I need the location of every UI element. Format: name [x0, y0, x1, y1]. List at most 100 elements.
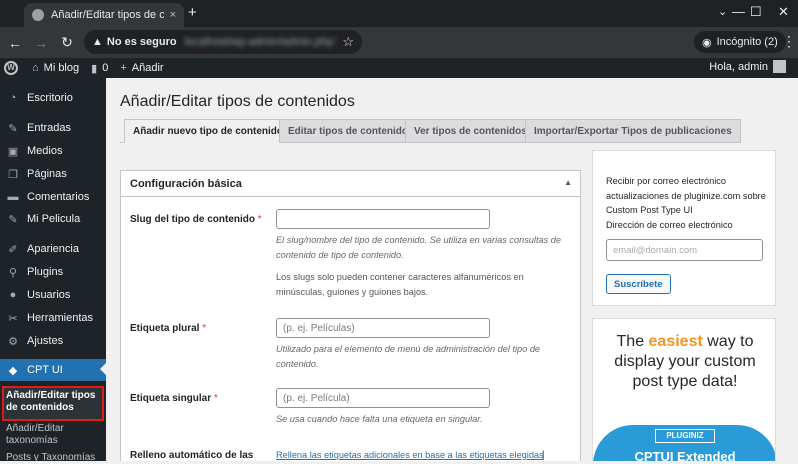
subscribe-box: Recibir por correo electrónico actualiza…	[592, 150, 776, 306]
incognito-icon: ◉	[702, 36, 712, 49]
home-icon: ⌂	[32, 62, 39, 74]
sidebar-item-entradas[interactable]: ✎ Entradas	[0, 118, 106, 138]
pages-icon: ❐	[8, 168, 18, 181]
close-tab-icon[interactable]: ×	[170, 9, 176, 21]
sidebar-item-label: Herramientas	[27, 312, 94, 324]
warning-icon: ▲	[92, 36, 103, 48]
singular-label: Etiqueta singular *	[130, 393, 218, 404]
site-name-link[interactable]: ⌂ Mi blog	[32, 62, 79, 74]
plural-label: Etiqueta plural *	[130, 323, 206, 334]
users-icon: ●	[9, 289, 17, 301]
singular-help: Se usa cuando hace falta una etiqueta en…	[276, 414, 483, 424]
tab-add-new-post-type[interactable]: Añadir nuevo tipo de contenido	[124, 119, 292, 143]
sidebar-item-paginas[interactable]: ❐ Páginas	[0, 164, 106, 184]
sidebar-item-plugins[interactable]: ⚲ Plugins	[0, 262, 106, 282]
address-bar[interactable]: ▲ No es seguro localhost/wp-admin/admin.…	[84, 30, 362, 54]
comments-count: 0	[102, 62, 109, 74]
sidebar-item-medios[interactable]: ▣ Medios	[0, 141, 106, 161]
tab-import-export[interactable]: Importar/Exportar Tipos de publicaciones	[525, 119, 741, 143]
admin-sidebar: ◔ Escritorio ✎ Entradas ▣ Medios ❐ Págin…	[0, 78, 106, 464]
incognito-label: Incógnito (2)	[716, 36, 778, 48]
sidebar-item-apariencia[interactable]: ✐ Apariencia	[0, 239, 106, 259]
autofill-link-text: Rellena las etiquetas adicionales en bas…	[276, 450, 544, 460]
sidebar-item-label: Escritorio	[27, 92, 73, 104]
promo-line2: display your custom	[614, 353, 756, 370]
promo-banner[interactable]: The easiest way to display your custom p…	[592, 318, 776, 461]
pluginize-logo: PLUGINIZ	[655, 429, 715, 443]
wordpress-logo-icon[interactable]: W	[4, 61, 18, 75]
required-marker: *	[257, 214, 262, 225]
maximize-icon[interactable]: ☐	[750, 4, 762, 20]
sidebar-item-mi-pelicula[interactable]: ✎ Mi Pelicula	[0, 209, 106, 229]
favicon-icon	[32, 9, 44, 21]
promo-line1-post: way to	[702, 333, 754, 350]
sidebar-item-label: Páginas	[27, 168, 67, 180]
bookmark-star-icon[interactable]: ☆	[342, 34, 354, 50]
promo-line3: post type data!	[632, 373, 738, 390]
plural-help: Utilizado para el elemento de menú de ad…	[276, 344, 541, 369]
sidebar-item-usuarios[interactable]: ● Usuarios	[0, 285, 106, 305]
sidebar-item-ajustes[interactable]: ⚙ Ajustes	[0, 331, 106, 351]
subscribe-button[interactable]: Suscríbete	[606, 274, 671, 294]
url-text[interactable]: localhost/wp-admin/admin.php?page=cptui_…	[185, 36, 337, 48]
singular-label-input[interactable]	[276, 388, 490, 408]
tab-strip: Añadir/Editar tipos de contenido × + ⌄ —…	[0, 0, 798, 27]
plus-icon: +	[120, 62, 127, 74]
autofill-label: Relleno automático de las	[130, 450, 254, 461]
sidebar-item-label: Entradas	[27, 122, 72, 134]
brush-icon: ✐	[8, 243, 18, 256]
sidebar-item-cpt-ui[interactable]: ◆ CPT UI	[0, 359, 106, 381]
pushpin-icon: ✎	[8, 122, 18, 135]
sidebar-item-label: Medios	[27, 145, 63, 157]
tab-title: Añadir/Editar tipos de contenido	[51, 9, 164, 21]
sidebar-item-escritorio[interactable]: ◔ Escritorio	[0, 88, 106, 108]
account-menu[interactable]: Hola, admin	[709, 60, 786, 73]
submenu-posts-and-taxonomies[interactable]: Posts y Taxonomías	[6, 452, 104, 464]
tab-search-icon[interactable]: ⌄	[718, 5, 727, 18]
email-label: Dirección de correo electrónico	[606, 220, 733, 230]
greeting: Hola, admin	[709, 60, 768, 73]
promo-product-name: CPTUI Extended	[634, 449, 736, 461]
back-icon[interactable]: ←	[2, 35, 28, 51]
settings-icon: ⚙	[8, 335, 18, 348]
browser-tab[interactable]: Añadir/Editar tipos de contenido ×	[24, 3, 184, 27]
slug-label: Slug del tipo de contenido *	[130, 214, 262, 225]
autofill-link[interactable]: Rellena las etiquetas adicionales en bas…	[276, 450, 544, 460]
panel-heading: Configuración básica	[130, 177, 242, 190]
tab-edit-post-types[interactable]: Editar tipos de contenido	[279, 119, 418, 143]
email-field[interactable]	[606, 239, 763, 261]
forward-icon[interactable]: →	[28, 35, 54, 51]
pushpin-icon: ✎	[8, 213, 18, 226]
plural-label-input[interactable]	[276, 318, 490, 338]
slug-input[interactable]	[276, 209, 490, 229]
sidebar-item-comentarios[interactable]: ▬ Comentarios	[0, 187, 106, 207]
submenu-add-edit-post-types[interactable]: Añadir/Editar tipos de contenidos	[6, 390, 104, 414]
new-content-link[interactable]: + Añadir	[120, 62, 163, 74]
minimize-icon[interactable]: —	[732, 4, 745, 19]
slug-label-text: Slug del tipo de contenido	[130, 214, 255, 225]
tab-view-post-types[interactable]: Ver tipos de contenidos	[405, 119, 536, 143]
slug-note: Los slugs solo pueden contener caractere…	[276, 272, 524, 297]
site-name: Mi blog	[43, 62, 80, 74]
required-marker: *	[213, 393, 218, 404]
sidebar-item-label: CPT UI	[27, 364, 63, 376]
browser-toolbar: ← → ↻ ▲ No es seguro localhost/wp-admin/…	[0, 27, 798, 58]
new-label: Añadir	[131, 62, 164, 74]
page-title: Añadir/Editar tipos de contenidos	[120, 93, 355, 110]
comments-link[interactable]: ▮ 0	[91, 62, 108, 75]
promo-highlight: easiest	[648, 333, 703, 350]
plugin-icon: ⚲	[8, 266, 18, 279]
submenu-add-edit-taxonomies[interactable]: Añadir/Editar taxonomías	[6, 423, 104, 447]
sidebar-item-herramientas[interactable]: ✂ Herramientas	[0, 308, 106, 328]
collapse-arrow-icon[interactable]: ▲	[564, 178, 572, 187]
slug-help: El slug/nombre del tipo de contenido. Se…	[276, 235, 561, 260]
wrench-icon: ✂	[8, 312, 18, 325]
subscribe-text: Recibir por correo electrónico actualiza…	[606, 176, 766, 216]
menu-dots-icon[interactable]: ⋮	[782, 33, 796, 50]
incognito-badge[interactable]: ◉ Incógnito (2)	[694, 31, 786, 53]
insecure-label: No es seguro	[106, 36, 177, 48]
close-window-icon[interactable]: ✕	[778, 4, 789, 20]
reload-icon[interactable]: ↻	[54, 34, 80, 51]
panel-header[interactable]: Configuración básica ▲	[121, 171, 580, 197]
new-tab-button[interactable]: +	[188, 4, 197, 21]
